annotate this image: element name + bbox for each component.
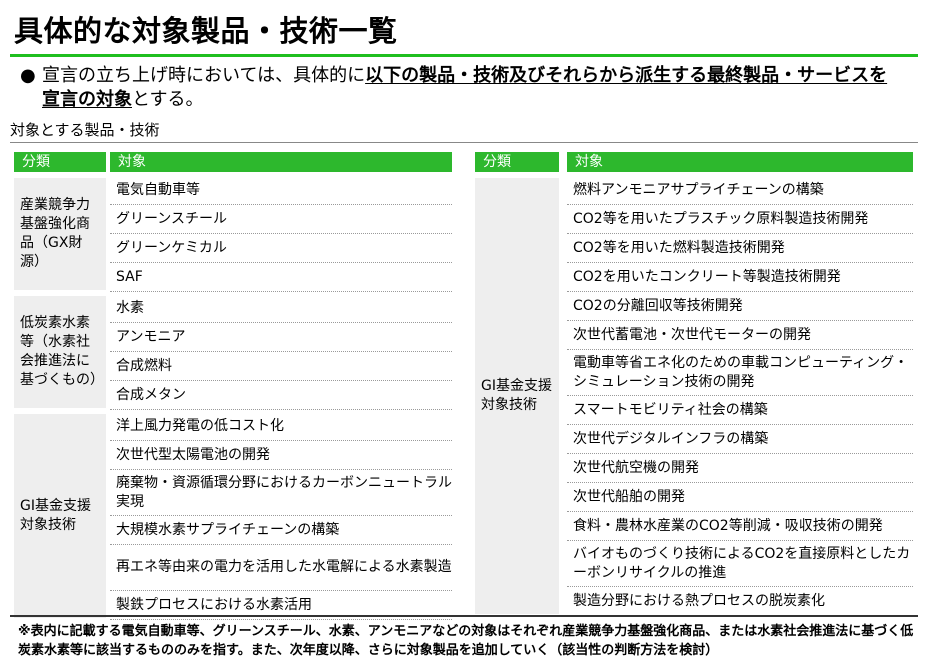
title-underline (10, 54, 918, 57)
right-table-row: 次世代船舶の開発 (567, 483, 913, 512)
left-table-row: 洋上風力発電の低コスト化 (110, 412, 452, 441)
left-table-row: アンモニア (110, 323, 452, 352)
right-table-row: 製造分野における熱プロセスの脱炭素化 (567, 587, 913, 616)
right-category-cell: GI基金支援対象技術 (475, 178, 559, 614)
left-category-cell: 低炭素水素等（水素社会推進法に基づくもの） (14, 296, 106, 408)
section-label: 対象とする製品・技術 (10, 121, 160, 139)
intro-prefix: 宣言の立ち上げ時においては、具体的に (42, 65, 366, 86)
intro-bullet: ● 宣言の立ち上げ時においては、具体的に以下の製品・技術及びそれらから派生する最… (20, 64, 900, 112)
left-table-row: 合成メタン (110, 381, 452, 410)
left-category-cell: 産業競争力基盤強化商品（GX財源） (14, 178, 106, 290)
right-table-row: バイオものづくり技術によるCO2を直接原料としたカーボンリサイクルの推進 (567, 541, 913, 587)
right-table-row: 電動車等省エネ化のための車載コンピューティング・シミュレーション技術の開発 (567, 350, 913, 396)
intro-text: 宣言の立ち上げ時においては、具体的に以下の製品・技術及びそれらから派生する最終製… (42, 64, 900, 112)
right-table-row: CO2等を用いたプラスチック原料製造技術開発 (567, 205, 913, 234)
left-header-target: 対象 (110, 152, 452, 172)
right-table-row: 次世代蓄電池・次世代モーターの開発 (567, 321, 913, 350)
left-table-row: 廃棄物・資源循環分野におけるカーボンニュートラル実現 (110, 470, 452, 516)
left-table-row: 合成燃料 (110, 352, 452, 381)
left-category-cell: GI基金支援対象技術 (14, 414, 106, 618)
left-table-row: SAF (110, 263, 452, 292)
right-table-row: 燃料アンモニアサプライチェーンの構築 (567, 176, 913, 205)
left-table-row: グリーンケミカル (110, 234, 452, 263)
right-table-row: CO2を用いたコンクリート等製造技術開発 (567, 263, 913, 292)
left-header-category: 分類 (14, 152, 106, 172)
footnote: ※表内に記載する電気自動車等、グリーンスチール、水素、アンモニアなどの対象はそれ… (18, 624, 914, 658)
left-table-row: 再エネ等由来の電力を活用した水電解による水素製造 (110, 545, 452, 591)
left-table-row: 電気自動車等 (110, 176, 452, 205)
right-table-row: 食料・農林水産業のCO2等削減・吸収技術の開発 (567, 512, 913, 541)
intro-suffix: とする。 (132, 89, 204, 110)
right-table-row: 次世代デジタルインフラの構築 (567, 425, 913, 454)
page-title: 具体的な対象製品・技術一覧 (14, 14, 398, 48)
left-table-row: 大規模水素サプライチェーンの構築 (110, 516, 452, 545)
left-table-row: 水素 (110, 294, 452, 323)
right-table-row: 次世代航空機の開発 (567, 454, 913, 483)
left-table-row: 次世代型太陽電池の開発 (110, 441, 452, 470)
right-table-row: CO2の分離回収等技術開発 (567, 292, 913, 321)
footnote-divider (10, 615, 918, 617)
right-table-row: スマートモビリティ社会の構築 (567, 396, 913, 425)
bullet-dot-icon: ● (20, 65, 36, 86)
section-divider (10, 142, 918, 143)
left-table-row: グリーンスチール (110, 205, 452, 234)
right-table-row: CO2等を用いた燃料製造技術開発 (567, 234, 913, 263)
right-header-target: 対象 (567, 152, 913, 172)
right-header-category: 分類 (475, 152, 559, 172)
